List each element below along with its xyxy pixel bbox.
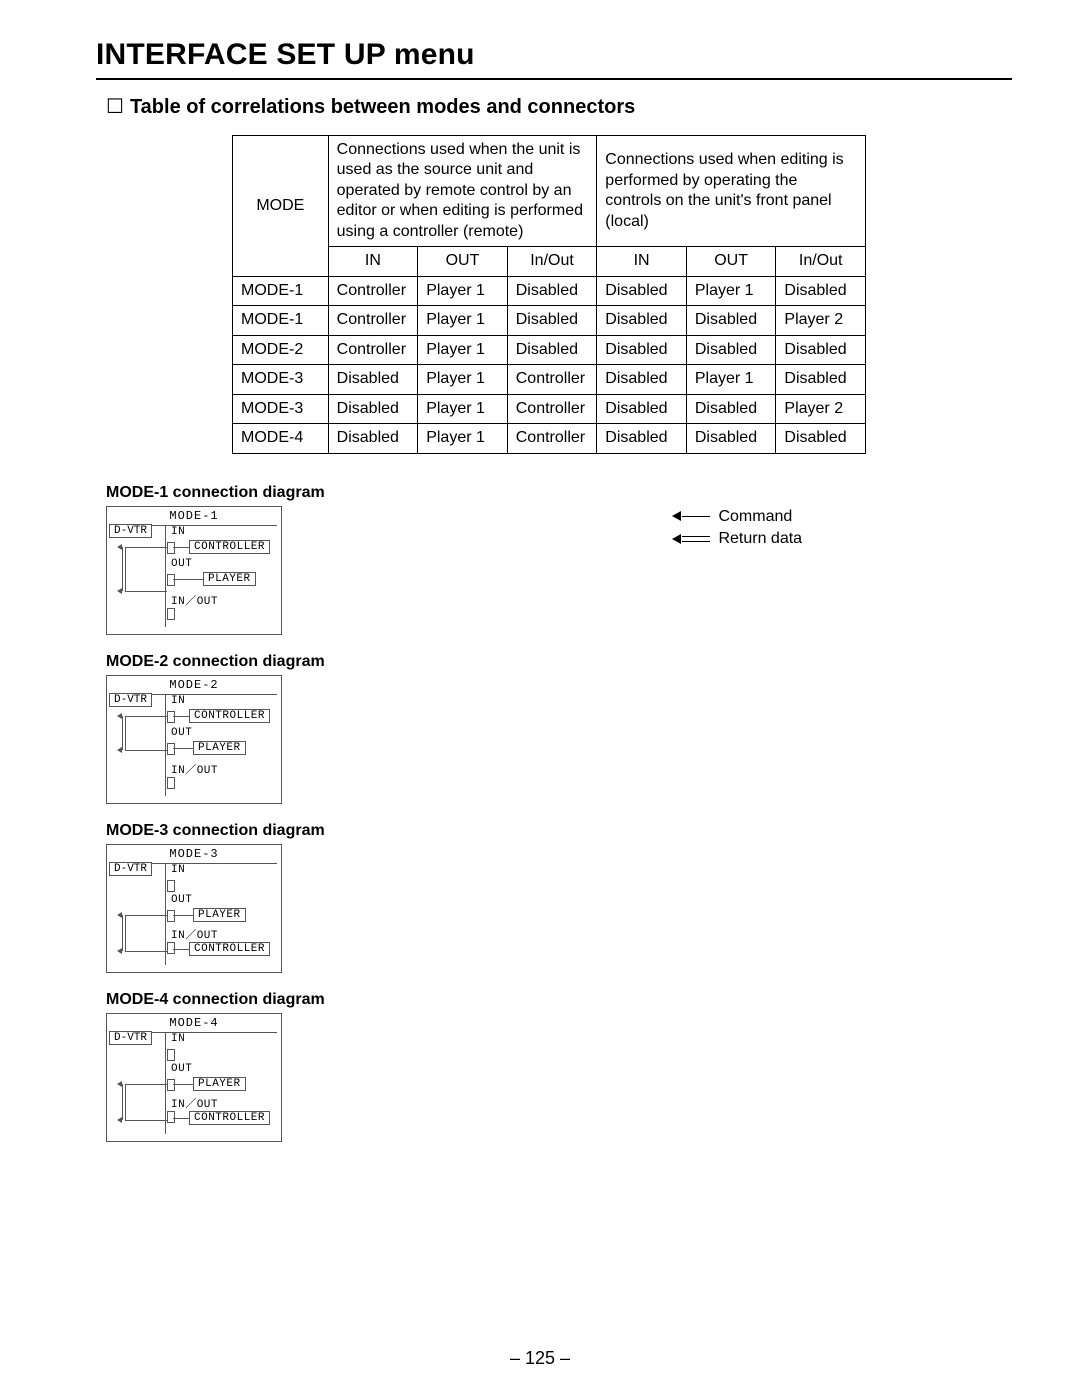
- header-remote: Connections used when the unit is used a…: [328, 136, 597, 247]
- legend-return-data: Return data: [672, 528, 802, 550]
- mode4-title: MODE-4: [107, 1014, 281, 1030]
- in-label: IN: [171, 864, 185, 876]
- table-row: MODE-2 Controller Player 1 Disabled Disa…: [233, 335, 866, 364]
- legend-command: Command: [672, 506, 802, 528]
- sub-in-remote: IN: [328, 247, 418, 276]
- sub-out-local: OUT: [686, 247, 776, 276]
- out-label: OUT: [171, 727, 192, 739]
- box-mark-icon: ☐: [106, 94, 124, 119]
- controller-box: CONTROLLER: [189, 1111, 270, 1125]
- header-local: Connections used when editing is perform…: [597, 136, 866, 247]
- sub-inout-remote: In/Out: [507, 247, 597, 276]
- sub-out-remote: OUT: [418, 247, 508, 276]
- table-row: MODE-1 Controller Player 1 Disabled Disa…: [233, 306, 866, 335]
- mode1-diagram-heading: MODE-1 connection diagram: [106, 484, 1012, 502]
- in-label: IN: [171, 526, 185, 538]
- sub-inout-local: In/Out: [776, 247, 866, 276]
- header-mode: MODE: [233, 136, 329, 277]
- controller-box: CONTROLLER: [189, 709, 270, 723]
- mode2-title: MODE-2: [107, 676, 281, 692]
- title-rule: [96, 78, 1012, 80]
- table-header-row-2: IN OUT In/Out IN OUT In/Out: [233, 247, 866, 276]
- mode4-diagram-heading: MODE-4 connection diagram: [106, 991, 1012, 1009]
- dvtr-label: D-VTR: [109, 862, 152, 876]
- out-label: OUT: [171, 558, 192, 570]
- dvtr-label: D-VTR: [109, 524, 152, 538]
- table-header-row-1: MODE Connections used when the unit is u…: [233, 136, 866, 247]
- table-row: MODE-4 Disabled Player 1 Controller Disa…: [233, 424, 866, 453]
- dvtr-label: D-VTR: [109, 693, 152, 707]
- inout-label: IN／OUT: [171, 1095, 218, 1111]
- page-title: INTERFACE SET UP menu: [96, 38, 1012, 72]
- table-row: MODE-3 Disabled Player 1 Controller Disa…: [233, 365, 866, 394]
- section-heading: ☐ Table of correlations between modes and…: [106, 94, 1012, 119]
- in-label: IN: [171, 1033, 185, 1045]
- mode4-diagram: MODE-4 D-VTR IN OUT PLAYER IN／OUT CONTRO…: [106, 1013, 282, 1142]
- table-row: MODE-3 Disabled Player 1 Controller Disa…: [233, 394, 866, 423]
- player-box: PLAYER: [193, 908, 246, 922]
- in-label: IN: [171, 695, 185, 707]
- mode3-diagram-heading: MODE-3 connection diagram: [106, 822, 1012, 840]
- page-number: – 125 –: [0, 1348, 1080, 1369]
- dvtr-label: D-VTR: [109, 1031, 152, 1045]
- mode1-diagram: MODE-1 D-VTR IN CONTROLLER OUT PLAYER: [106, 506, 282, 635]
- mode1-title: MODE-1: [107, 507, 281, 523]
- inout-label: IN／OUT: [171, 761, 218, 777]
- sub-in-local: IN: [597, 247, 687, 276]
- player-box: PLAYER: [193, 741, 246, 755]
- player-box: PLAYER: [193, 1077, 246, 1091]
- mode2-diagram-heading: MODE-2 connection diagram: [106, 653, 1012, 671]
- mode-table: MODE Connections used when the unit is u…: [232, 135, 866, 454]
- mode3-diagram: MODE-3 D-VTR IN OUT PLAYER IN／OUT CONTRO…: [106, 844, 282, 973]
- out-label: OUT: [171, 1063, 192, 1075]
- out-label: OUT: [171, 894, 192, 906]
- controller-box: CONTROLLER: [189, 942, 270, 956]
- legend: Command Return data: [672, 506, 802, 551]
- controller-box: CONTROLLER: [189, 540, 270, 554]
- player-box: PLAYER: [203, 572, 256, 586]
- inout-label: IN／OUT: [171, 592, 218, 608]
- mode3-title: MODE-3: [107, 845, 281, 861]
- inout-label: IN／OUT: [171, 926, 218, 942]
- section-title-text: Table of correlations between modes and …: [130, 96, 635, 118]
- table-row: MODE-1 Controller Player 1 Disabled Disa…: [233, 276, 866, 305]
- mode2-diagram: MODE-2 D-VTR IN CONTROLLER OUT PLAYER IN…: [106, 675, 282, 804]
